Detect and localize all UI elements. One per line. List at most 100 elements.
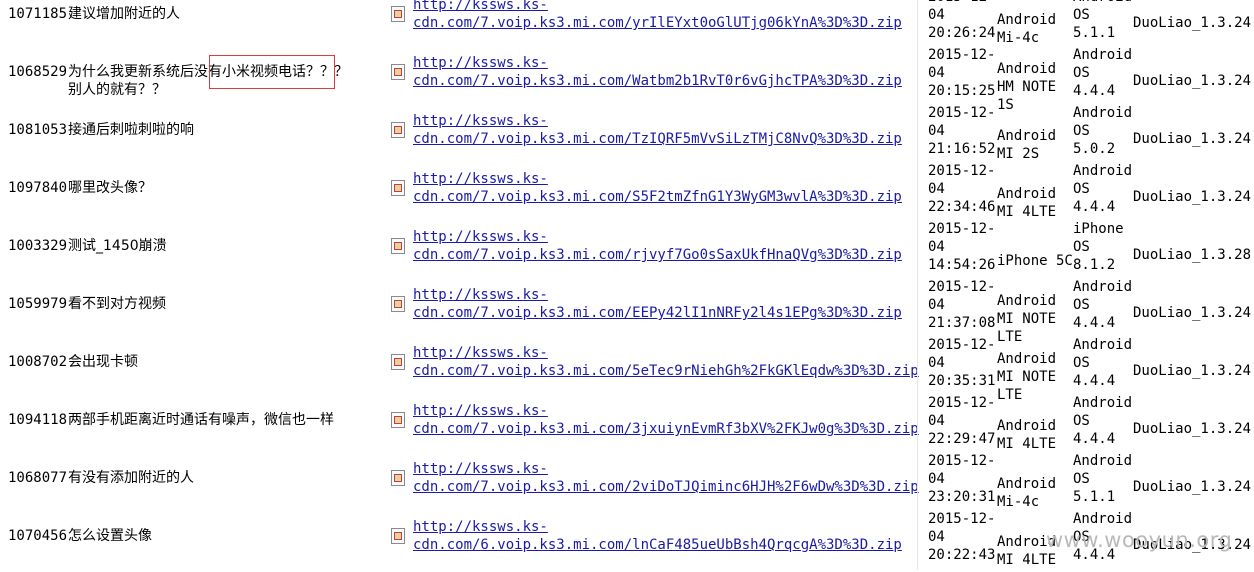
link-line: cdn.com/7.voip.ks3.mi.com/rjvyf7Go0sSaxU… [413,247,902,263]
os-line: 8.1.2 [1073,257,1116,273]
link-line: cdn.com/7.voip.ks3.mi.com/5eTec9rNiehGh%… [413,363,919,379]
table-row: 1068529 为什么我更新系统后没有小米视频电话？？？别人的就有？？ http:/… [0,47,1254,113]
log-download-link[interactable]: http://kssws.ks-cdn.com/7.voip.ks3.mi.co… [413,112,902,148]
link-line: http://kssws.ks- [413,0,548,13]
os-line: OS [1073,297,1090,313]
feedback-id: 1003329 [8,238,68,254]
os-line: OS [1073,65,1090,81]
table-row: 1003329 测试_1450崩溃 http://kssws.ks-cdn.com/… [0,221,1254,282]
date-line: 2015-12- [928,395,996,411]
watermark: www.wooyun.org [1046,528,1233,552]
broken-image-icon [391,296,405,312]
device-line: MI NOTE [997,369,1057,385]
log-download-link[interactable]: http://kssws.ks-cdn.com/7.voip.ks3.mi.co… [413,54,902,90]
date-line: 2015-12- [928,453,996,469]
app-version: DuoLiao_1.3.24 [1133,479,1252,495]
os-line: Android [1073,279,1133,295]
os-version: Android OS 4.4.4 [1073,394,1132,448]
app-version: DuoLiao_1.3.24 [1133,421,1252,437]
feedback-title: 两部手机距离近时通话有噪声，微信也一样 [68,412,334,428]
report-datetime: 2015-12- 04 23:20:31 [928,452,995,506]
date-line: 04 [928,65,945,81]
os-line: 4.4.4 [1073,83,1116,99]
link-line: cdn.com/7.voip.ks3.mi.com/Watbm2b1RvT0r6… [413,73,902,89]
os-line: Android [1073,47,1133,63]
highlight-box [209,55,335,89]
app-version: DuoLiao_1.3.24 [1133,131,1252,147]
device-line: MI 4LTE [997,552,1057,568]
link-line: cdn.com/7.voip.ks3.mi.com/yrIlEYxt0oGlUT… [413,15,902,31]
date-line: 04 [928,181,945,197]
date-line: 14:54:26 [928,257,996,273]
table-row: 1097840 哪里改头像？ http://kssws.ks-cdn.com/7.v… [0,163,1254,224]
date-line: 04 [928,123,945,139]
date-line: 20:26:24 [928,25,996,41]
date-line: 04 [928,355,945,371]
log-download-link[interactable]: http://kssws.ks-cdn.com/7.voip.ks3.mi.co… [413,228,902,264]
log-download-link[interactable]: http://kssws.ks-cdn.com/6.voip.ks3.mi.co… [413,518,902,554]
log-download-link[interactable]: http://kssws.ks-cdn.com/7.voip.ks3.mi.co… [413,170,902,206]
date-line: 04 [928,7,945,23]
device-model: Android MI 4LTE [997,185,1056,221]
link-line: http://kssws.ks- [413,171,548,187]
device-line: Android [997,351,1057,367]
device-line: Android [997,12,1057,28]
feedback-title: 哪里改头像？ [68,180,152,196]
link-line: http://kssws.ks- [413,461,548,477]
device-model: Android MI 2S [997,127,1056,163]
report-datetime: 2015-12- 04 21:37:08 [928,278,995,332]
feedback-title: 建议增加附近的人 [68,6,180,22]
broken-image-icon [391,528,405,544]
date-line: 04 [928,297,945,313]
date-line: 20:15:25 [928,83,996,99]
broken-image-icon [391,354,405,370]
log-download-link[interactable]: http://kssws.ks-cdn.com/7.voip.ks3.mi.co… [413,402,919,438]
app-version: DuoLiao_1.3.24 [1133,363,1252,379]
date-line: 2015-12- [928,47,996,63]
date-line: 20:22:43 [928,547,996,563]
device-line: Mi-4c [997,30,1040,46]
os-line: OS [1073,471,1090,487]
device-line: MI NOTE [997,311,1057,327]
os-line: OS [1073,355,1090,371]
feedback-id: 1068077 [8,470,68,486]
report-datetime: 2015-12- 04 20:22:43 [928,510,995,564]
log-download-link[interactable]: http://kssws.ks-cdn.com/7.voip.ks3.mi.co… [413,344,919,380]
device-line: HM NOTE [997,79,1057,95]
device-line: Android [997,186,1057,202]
link-line: http://kssws.ks- [413,113,548,129]
date-line: 2015-12- [928,511,996,527]
broken-image-icon [391,6,405,22]
os-line: 5.0.2 [1073,141,1116,157]
link-line: cdn.com/7.voip.ks3.mi.com/EEPy42lI1nNRFy… [413,305,902,321]
os-line: Android [1073,511,1133,527]
log-download-link[interactable]: http://kssws.ks-cdn.com/7.voip.ks3.mi.co… [413,286,902,322]
broken-image-icon [391,412,405,428]
app-version: DuoLiao_1.3.24 [1133,189,1252,205]
date-line: 2015-12- [928,105,996,121]
os-version: Android OS 4.4.4 [1073,336,1132,390]
log-download-link[interactable]: http://kssws.ks-cdn.com/7.voip.ks3.mi.co… [413,460,919,496]
report-datetime: 2015-12- 04 20:15:25 [928,46,995,100]
feedback-id: 1094118 [8,412,68,428]
link-line: cdn.com/6.voip.ks3.mi.com/lnCaF485ueUbBs… [413,537,902,553]
column-separator [917,0,918,570]
os-version: Android OS 4.4.4 [1073,278,1132,332]
os-line: OS [1073,239,1090,255]
device-model: Android MI NOTE LTE [997,350,1056,404]
device-line: Android [997,476,1057,492]
date-line: 2015-12- [928,279,996,295]
device-line: MI 4LTE [997,204,1057,220]
app-version: DuoLiao_1.3.24 [1133,73,1252,89]
device-model: Android Mi-4c [997,475,1056,511]
device-model: Android MI NOTE LTE [997,292,1056,346]
device-line: Android [997,418,1057,434]
os-line: 4.4.4 [1073,199,1116,215]
feedback-title: 有没有添加附近的人 [68,470,194,486]
table-row: 1008702 会出现卡顿 http://kssws.ks-cdn.com/7.vo… [0,337,1254,403]
log-download-link[interactable]: http://kssws.ks-cdn.com/7.voip.ks3.mi.co… [413,0,902,32]
broken-image-icon [391,180,405,196]
os-version: Android OS 4.4.4 [1073,162,1132,216]
link-line: cdn.com/7.voip.ks3.mi.com/2viDoTJQiminc6… [413,479,919,495]
table-row: 1081053 接通后刺啦刺啦的响 http://kssws.ks-cdn.com/… [0,105,1254,166]
